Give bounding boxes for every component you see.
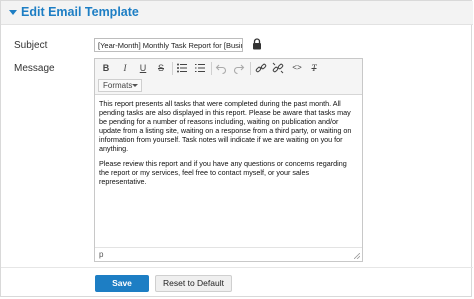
editor-content[interactable]: This report presents all tasks that were… [99, 99, 358, 244]
element-path[interactable]: p [99, 250, 103, 259]
italic-button[interactable]: I [118, 61, 132, 76]
clear-formatting-button[interactable]: T [307, 61, 321, 76]
source-code-button[interactable]: <> [290, 61, 304, 76]
toolbar-separator [211, 62, 212, 75]
message-paragraph: Please review this report and if you hav… [99, 159, 347, 186]
unlink-icon[interactable] [272, 62, 284, 74]
chevron-down-icon [132, 84, 138, 87]
editor-statusbar: p [95, 247, 362, 261]
toolbar-separator [250, 62, 251, 75]
panel-title: Edit Email Template [21, 5, 139, 19]
formats-label: Formats [103, 81, 133, 90]
undo-icon[interactable] [215, 62, 227, 74]
subject-input[interactable]: [Year-Month] Monthly Task Report for [Bu… [94, 38, 243, 52]
redo-icon[interactable] [233, 62, 245, 74]
strikethrough-button[interactable]: S [154, 61, 168, 76]
footer-divider [1, 267, 473, 268]
subject-label: Subject [14, 40, 48, 51]
toolbar-separator [172, 62, 173, 75]
link-icon[interactable] [255, 62, 267, 74]
message-editor: B I U S <> T Formats This report present… [94, 58, 363, 262]
message-label: Message [14, 63, 55, 74]
edit-email-template-panel: Edit Email Template Subject [Year-Month]… [0, 0, 473, 297]
resize-handle-icon[interactable] [354, 253, 360, 259]
editor-toolbar: B I U S <> T Formats [95, 59, 362, 95]
reset-to-default-button[interactable]: Reset to Default [155, 275, 232, 292]
numbered-list-icon[interactable] [194, 62, 206, 74]
message-paragraph: This report presents all tasks that were… [99, 99, 352, 153]
save-button[interactable]: Save [95, 275, 149, 292]
formats-dropdown[interactable]: Formats [98, 79, 142, 92]
bold-button[interactable]: B [99, 61, 113, 76]
lock-icon [253, 38, 261, 50]
panel-header[interactable]: Edit Email Template [1, 1, 473, 25]
underline-button[interactable]: U [136, 61, 150, 76]
collapse-caret-icon[interactable] [9, 10, 17, 15]
bullet-list-icon[interactable] [176, 62, 188, 74]
